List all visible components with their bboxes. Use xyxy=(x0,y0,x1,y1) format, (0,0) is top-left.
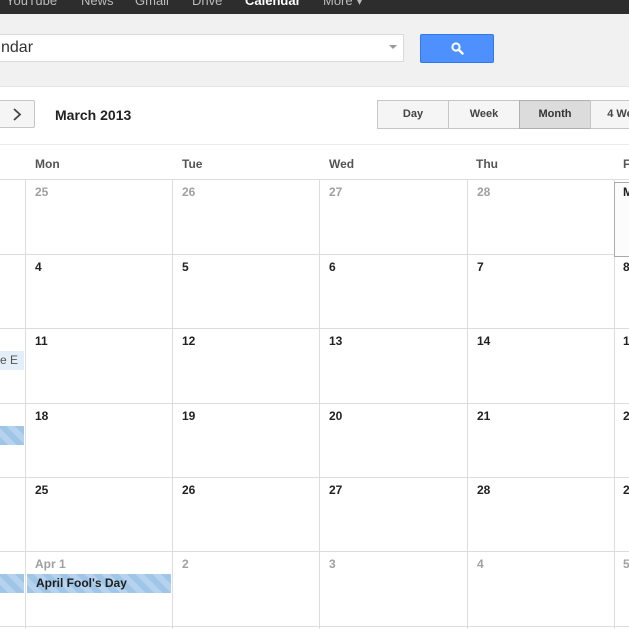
day-number[interactable]: 28 xyxy=(477,483,490,497)
day-number[interactable]: 7 xyxy=(477,260,484,274)
day-number[interactable]: 25 xyxy=(35,483,48,497)
row-divider xyxy=(0,551,629,552)
view-day-button[interactable]: Day xyxy=(377,100,449,129)
day-number[interactable]: 4 xyxy=(477,557,484,571)
row-divider xyxy=(0,328,629,329)
day-number[interactable]: 6 xyxy=(329,260,336,274)
day-header-thu: Thu xyxy=(476,157,498,171)
row-divider xyxy=(0,626,629,627)
calendar-toolbar: March 2013 Day Week Month 4 We xyxy=(0,87,629,145)
row-divider xyxy=(0,403,629,404)
day-number[interactable]: 27 xyxy=(329,185,342,199)
nav-calendar[interactable]: Calendar xyxy=(245,0,301,8)
column-divider xyxy=(319,180,320,629)
top-nav-bar: YouTube News Gmail Drive Calendar More ▾ xyxy=(0,0,629,14)
nav-youtube[interactable]: YouTube xyxy=(6,0,57,8)
day-number[interactable]: 11 xyxy=(35,334,48,348)
day-number[interactable]: 5 xyxy=(182,260,189,274)
day-number[interactable]: 8 xyxy=(623,260,629,274)
day-number[interactable]: 21 xyxy=(477,409,490,423)
nav-news[interactable]: News xyxy=(81,0,114,8)
search-bar: ndar xyxy=(0,14,629,87)
search-icon xyxy=(451,42,464,55)
day-number[interactable]: 4 xyxy=(35,260,42,274)
view-month-button[interactable]: Month xyxy=(519,100,591,129)
day-number[interactable]: 18 xyxy=(35,409,48,423)
day-number[interactable]: 2 xyxy=(182,557,189,571)
day-number[interactable]: 2 xyxy=(623,409,629,423)
day-header-tue: Tue xyxy=(182,157,203,171)
event-chip[interactable] xyxy=(0,426,24,445)
column-divider xyxy=(25,180,26,629)
day-header-wed: Wed xyxy=(329,157,355,171)
day-number[interactable]: 20 xyxy=(329,409,342,423)
day-number[interactable]: 27 xyxy=(329,483,342,497)
nav-gmail[interactable]: Gmail xyxy=(135,0,169,8)
month-grid: Mon Tue Wed Thu F xyxy=(0,145,629,629)
event-chip[interactable]: e E xyxy=(0,351,24,370)
next-period-button[interactable] xyxy=(0,100,35,128)
event-chip[interactable] xyxy=(0,574,24,593)
day-number[interactable]: 26 xyxy=(182,483,195,497)
day-number[interactable]: 12 xyxy=(182,334,195,348)
day-number[interactable]: 19 xyxy=(182,409,195,423)
day-number[interactable]: 26 xyxy=(182,185,195,199)
search-input[interactable]: ndar xyxy=(0,34,404,62)
day-number[interactable]: 28 xyxy=(477,185,490,199)
nav-more[interactable]: More ▾ xyxy=(323,0,363,9)
view-4weeks-button[interactable]: 4 We xyxy=(590,100,629,129)
event-april-fools-day[interactable]: April Fool's Day xyxy=(27,574,171,593)
row-divider xyxy=(0,477,629,478)
dropdown-arrow-icon[interactable] xyxy=(389,45,397,49)
day-header-fri: F xyxy=(623,157,629,171)
day-number[interactable]: 14 xyxy=(477,334,490,348)
search-input-value: ndar xyxy=(1,39,34,56)
day-number[interactable]: 1 xyxy=(623,334,629,348)
current-date-title: March 2013 xyxy=(55,107,132,123)
search-button[interactable] xyxy=(420,34,494,63)
day-number[interactable]: 5 xyxy=(623,557,629,571)
day-number[interactable]: 3 xyxy=(329,557,336,571)
row-divider xyxy=(0,254,629,255)
day-number[interactable]: Apr 1 xyxy=(35,557,66,571)
day-number[interactable]: 2 xyxy=(623,483,629,497)
header-divider xyxy=(0,179,629,180)
day-number[interactable]: M xyxy=(623,185,629,199)
day-number[interactable]: 25 xyxy=(35,185,48,199)
column-divider xyxy=(467,180,468,629)
column-divider xyxy=(172,180,173,629)
nav-drive[interactable]: Drive xyxy=(192,0,222,8)
day-number[interactable]: 13 xyxy=(329,334,342,348)
chevron-right-icon xyxy=(13,108,22,121)
view-week-button[interactable]: Week xyxy=(448,100,520,129)
day-header-mon: Mon xyxy=(35,157,60,171)
